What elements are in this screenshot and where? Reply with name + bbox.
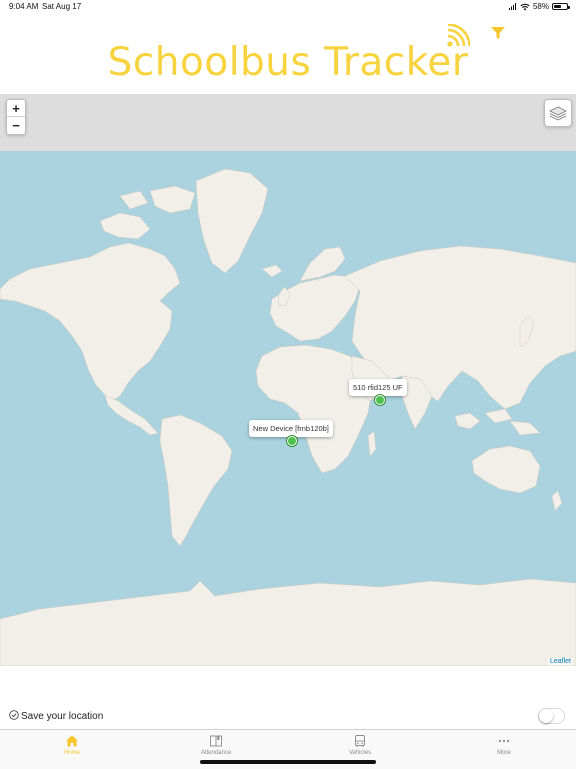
wifi-icon [520,3,530,10]
world-land [0,168,576,666]
tab-home[interactable]: Home [0,730,144,769]
rss-icon[interactable] [446,24,470,48]
status-time: 9:04 AM [9,2,39,11]
toggle-knob [539,709,553,723]
tab-label: Home [63,750,80,756]
check-circle-icon [9,710,19,720]
status-date: Sat Aug 17 [42,2,82,11]
layers-icon [549,106,567,121]
world-map[interactable]: + − New Device [frnb120b] 510 rfid125 UF… [0,94,576,666]
app-title: Schoolbus Tracker [107,40,469,85]
marker-popup-rfid: 510 rfid125 UF [349,379,407,400]
tab-label: Attendance [200,750,232,756]
zoom-in-button[interactable]: + [7,100,25,117]
book-icon [210,735,222,747]
zoom-control: + − [6,99,26,135]
zoom-out-button[interactable]: − [7,117,25,134]
map-attribution-link[interactable]: Leaflet [547,658,573,665]
map-gray-area [0,94,576,151]
save-location-label: Save your location [21,711,104,722]
home-icon [66,735,78,747]
signal-icon [508,3,516,10]
status-bar: 9:04 AM Sat Aug 17 58% [0,0,576,14]
app-header: Schoolbus Tracker [0,14,576,94]
bus-icon [355,735,365,747]
status-right: 58% [508,2,570,11]
marker-new-device[interactable] [287,436,297,446]
marker-popup-new-device: New Device [frnb120b] [249,420,333,441]
marker-label: New Device [frnb120b] [253,424,329,433]
more-dots-icon [498,739,510,743]
save-location-toggle[interactable] [538,708,565,724]
marker-rfid[interactable] [375,395,385,405]
battery-percent: 58% [532,2,549,11]
battery-icon [552,3,570,10]
marker-label: 510 rfid125 UF [353,383,403,392]
home-indicator [200,760,376,764]
tab-label: More [497,750,511,756]
tab-label: Vehicles [348,750,372,756]
filter-icon[interactable] [490,26,506,40]
tab-more[interactable]: More [432,730,576,769]
save-location-row: Save your location [0,700,576,730]
layers-button[interactable] [544,99,572,127]
